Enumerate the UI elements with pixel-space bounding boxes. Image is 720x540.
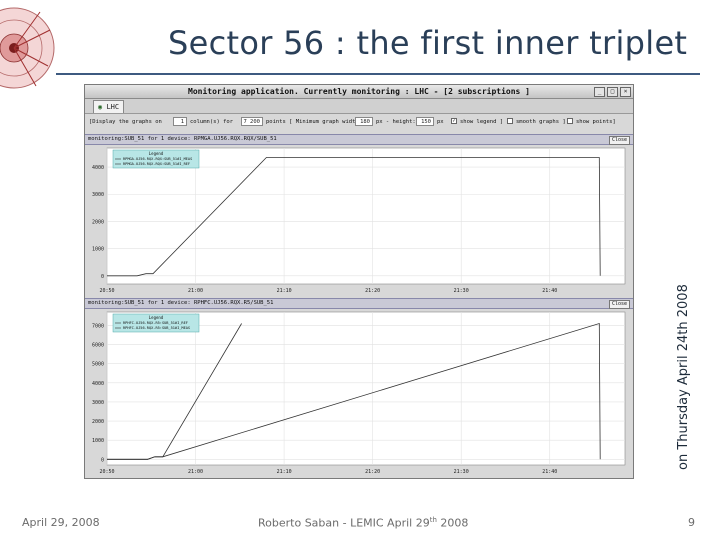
footer-author-text: Roberto Saban - LEMIC April 29 [258,516,430,530]
columns-input[interactable]: 1 [173,117,187,126]
x-tick-label: 21:10 [277,469,292,475]
chart-1: 0 1000 2000 3000 4000 20:50 21:00 21:10 21:20 21:… [92,147,626,294]
x-tick-label: 20:50 [99,288,114,294]
page-number: 9 [688,516,695,529]
tab-lhc-label: LHC [106,103,120,111]
x-tick-label: 20:50 [99,469,114,475]
maximize-icon[interactable]: □ [607,87,618,97]
monitoring-window: Monitoring application. Currently monito… [84,84,634,479]
footer-author-sup: th [429,516,437,524]
footer-author-year: 2008 [436,516,469,530]
show-legend-checkbox[interactable]: ✓ [451,118,457,124]
x-tick-label: 21:40 [542,469,557,475]
legend-item: RPHFC.UJ56.RQX.R5:SUB_51#I_REF [123,321,188,325]
show-legend-label: show legend ] [460,119,504,125]
legend: LegendRPHFC.UJ56.RQX.R5:SUB_51#I_REFRPHF… [112,313,200,333]
graph-panel-2: monitoring:SUB_51 for 1 device: RPHFC.UJ… [85,298,633,478]
cern-logo [0,7,55,89]
y-tick-label: 1000 [92,438,104,444]
y-tick-label: 3000 [92,400,104,406]
y-tick-label: 4000 [92,165,104,171]
legend-title: Legend [149,315,164,320]
y-tick-label: 7000 [92,323,104,329]
title-divider [56,73,700,75]
px-label: px [437,119,444,125]
points-input[interactable]: 7 200 [241,117,263,126]
slide-title: Sector 56 : the first inner triplet [168,24,688,62]
y-tick-label: 5000 [92,362,104,368]
x-tick-label: 21:40 [542,288,557,294]
panel-1-title: monitoring:SUB_51 for 1 device: RPMGA.UJ… [88,136,277,142]
footer-date: April 29, 2008 [22,516,100,529]
window-title: Monitoring application. Currently monito… [85,85,633,99]
x-tick-label: 21:20 [365,288,380,294]
logo-event-display [0,7,55,89]
legend-item: RPMGA.UJ56.RQX.RQX:SUB_51#I_MEAS [123,157,192,161]
height-label: px - height: [376,119,416,125]
plot-area [106,147,626,285]
legend-title: Legend [149,151,164,156]
x-tick-label: 21:30 [454,469,469,475]
legend: LegendRPMGA.UJ56.RQX.RQX:SUB_51#I_MEASRP… [112,149,200,169]
y-tick-label: 4000 [92,381,104,387]
smooth-graphs-checkbox[interactable] [507,118,513,124]
points-label: points [ Minimum graph width: [266,119,363,125]
display-label: [Display the graphs on [89,119,162,125]
plot-area [106,311,626,466]
footer-author: Roberto Saban - LEMIC April 29th 2008 [258,516,468,530]
show-points-checkbox[interactable] [567,118,573,124]
y-tick-label: 2000 [92,219,104,225]
columns-label: column(s) for [190,119,234,125]
legend-item: RPMGA.UJ56.RQX.RQX:SUB_51#I_REF [123,162,190,166]
show-points-label: show points] [576,119,616,125]
minimize-icon[interactable]: _ [594,87,605,97]
tab-bar: ◉ LHC [85,99,633,114]
legend-item: RPHFC.UJ56.RQX.R5:SUB_51#I_MEAS [123,326,190,330]
x-tick-label: 21:10 [277,288,292,294]
graph-panel-1: monitoring:SUB_51 for 1 device: RPMGA.UJ… [85,134,633,296]
window-controls: _ □ × [594,87,631,97]
height-input[interactable]: 150 [416,117,434,126]
x-tick-label: 21:20 [365,469,380,475]
y-tick-label: 2000 [92,419,104,425]
graph-settings-toolbar: [Display the graphs on 1 column(s) for 7… [85,115,633,129]
chart-2: 0 1000 2000 3000 4000 5000 6000 7000 20:50 21:00 2… [92,311,626,475]
y-tick-label: 0 [101,274,104,280]
tab-lhc[interactable]: ◉ LHC [93,100,125,113]
x-tick-label: 21:30 [454,288,469,294]
y-tick-label: 6000 [92,343,104,349]
y-tick-label: 0 [101,457,104,463]
panel-2-title: monitoring:SUB_51 for 1 device: RPHFC.UJ… [88,300,274,306]
side-note: on Thursday April 24th 2008 [676,284,691,470]
width-input[interactable]: 180 [355,117,373,126]
x-tick-label: 21:00 [188,469,203,475]
y-tick-label: 1000 [92,247,104,253]
x-tick-label: 21:00 [188,288,203,294]
smooth-graphs-label: smooth graphs ] [516,119,566,125]
y-tick-label: 3000 [92,192,104,198]
close-window-icon[interactable]: × [620,87,631,97]
